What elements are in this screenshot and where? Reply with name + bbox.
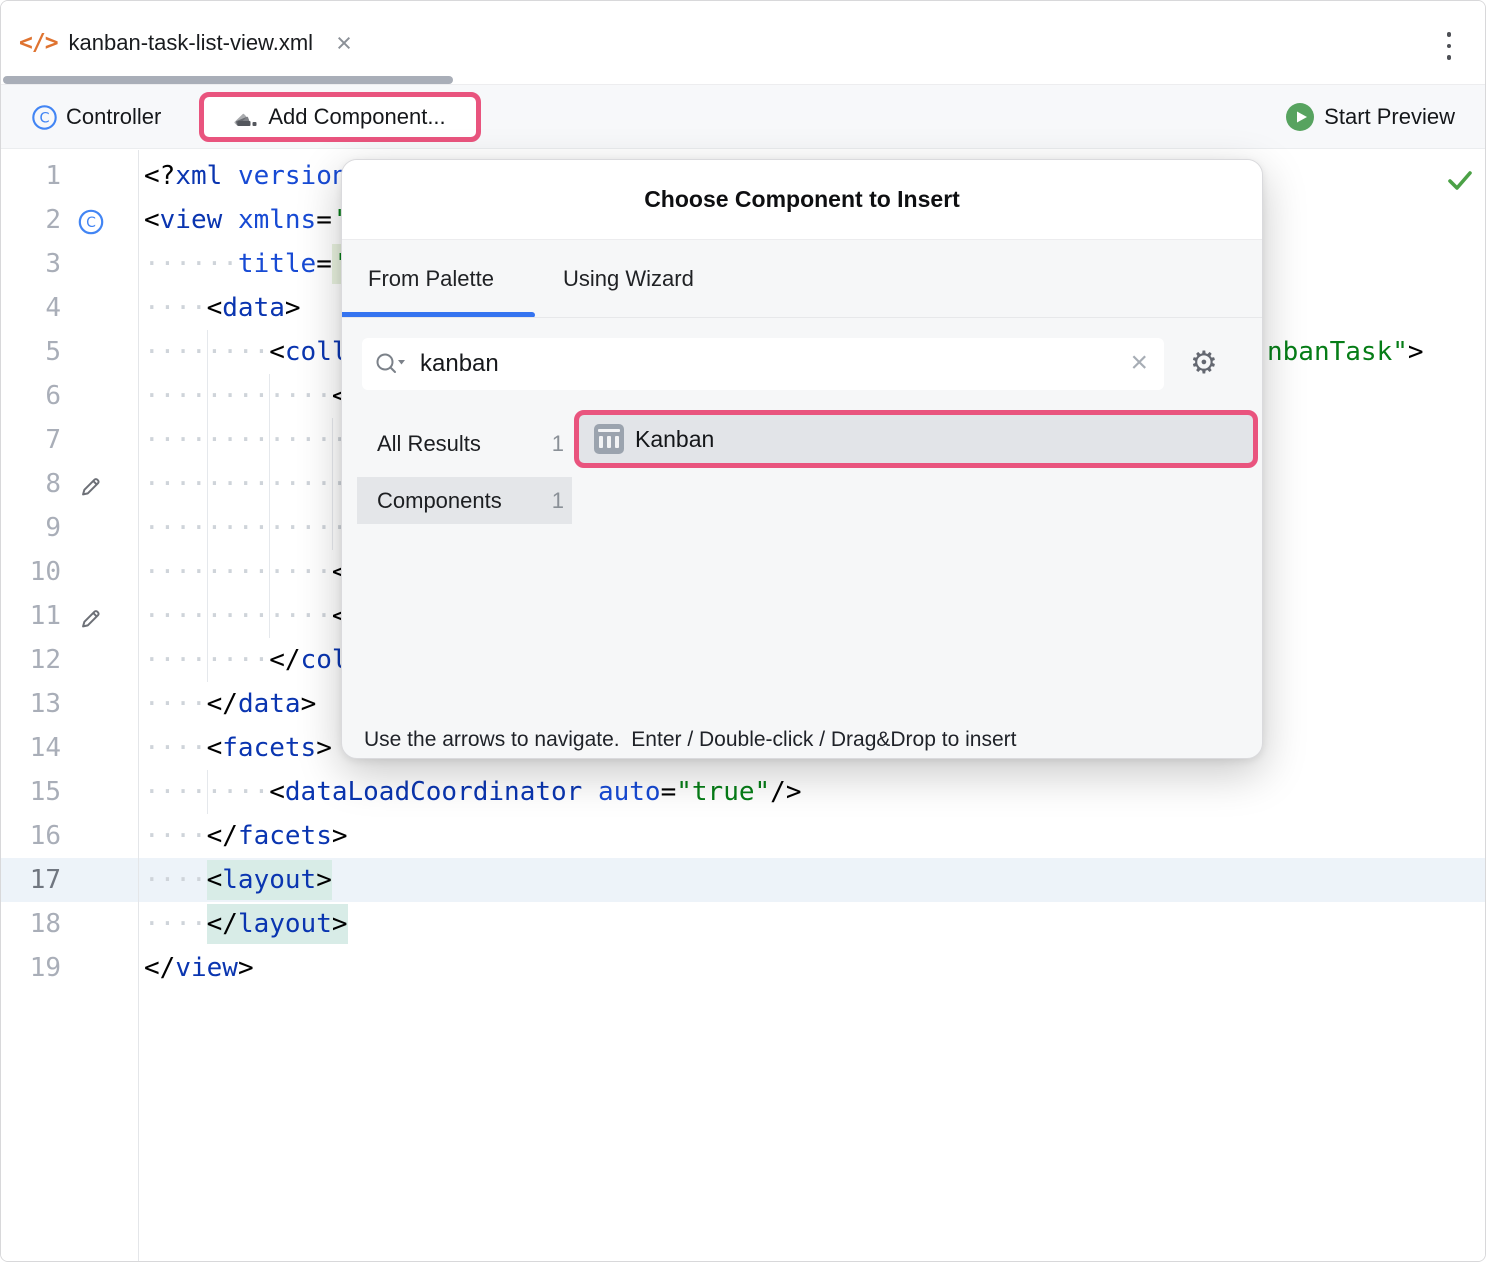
start-preview-button[interactable]: Start Preview	[1286, 85, 1455, 149]
search-icon[interactable]	[375, 351, 407, 377]
dialog-header: Choose Component to Insert	[342, 160, 1262, 240]
clear-search-icon[interactable]: ×	[1130, 338, 1148, 390]
code-text: ····</layout>	[144, 902, 348, 946]
dialog-footer-hint: Use the arrows to navigate. Enter / Doub…	[364, 725, 1016, 755]
controller-button[interactable]: C Controller	[31, 85, 161, 149]
start-preview-label: Start Preview	[1324, 104, 1455, 130]
line-number: 10	[1, 550, 61, 594]
gear-icon[interactable]: ⚙	[1190, 338, 1218, 390]
add-component-button[interactable]: Add Component...	[199, 92, 481, 142]
edit-pencil-icon[interactable]	[77, 602, 105, 630]
line-number: 18	[1, 902, 61, 946]
line-number: 13	[1, 682, 61, 726]
code-text-tail: nbanTask">	[1267, 330, 1424, 374]
line-number: 7	[1, 418, 61, 462]
code-text: </view>	[144, 946, 254, 990]
line-number: 5	[1, 330, 61, 374]
code-text: ············<	[144, 550, 348, 594]
line-number: 11	[1, 594, 61, 638]
code-line[interactable]: 18 ····</layout>	[1, 902, 1486, 946]
line-number: 1	[1, 154, 61, 198]
controller-c-icon: C	[31, 104, 58, 131]
code-text: ·············	[144, 506, 348, 550]
line-number: 3	[1, 242, 61, 286]
code-line[interactable]: 16 ····</facets>	[1, 814, 1486, 858]
svg-text:C: C	[86, 215, 96, 231]
kanban-board-icon	[594, 424, 624, 454]
editor-toolbar: C Controller Add Component... Start Prev…	[1, 85, 1485, 149]
close-tab-icon[interactable]: ×	[336, 33, 352, 53]
category-label: All Results	[377, 422, 481, 466]
code-line[interactable]: 19 </view>	[1, 946, 1486, 990]
category-all-results[interactable]: All Results 1	[357, 422, 572, 466]
choose-component-dialog: Choose Component to Insert From Palette …	[341, 159, 1263, 759]
code-line[interactable]: 17 ····<layout>	[1, 858, 1486, 902]
line-number: 15	[1, 770, 61, 814]
palette-icon	[234, 105, 259, 129]
code-text: ············<	[144, 374, 348, 418]
add-component-label: Add Component...	[268, 104, 445, 130]
category-count: 1	[552, 477, 564, 524]
xml-file-icon: </>	[19, 30, 58, 56]
svg-text:C: C	[39, 110, 49, 126]
line-number: 14	[1, 726, 61, 770]
code-text: <?xml version	[144, 154, 348, 198]
tab-separator	[342, 317, 1262, 318]
code-text: ········</col	[144, 638, 348, 682]
line-number: 8	[1, 462, 61, 506]
category-label: Components	[377, 477, 502, 524]
code-text: ·············	[144, 418, 348, 462]
category-count: 1	[552, 422, 564, 466]
line-number: 17	[1, 858, 61, 902]
editor-tab-strip: </> kanban-task-list-view.xml ×	[1, 1, 1485, 85]
play-icon	[1286, 103, 1314, 131]
code-text: ····<data>	[144, 286, 301, 330]
line-number: 9	[1, 506, 61, 550]
ide-window: </> kanban-task-list-view.xml × C Contro…	[0, 0, 1486, 1262]
code-text: <view xmlns='	[144, 198, 348, 242]
component-search-input[interactable]: kanban ×	[362, 338, 1164, 390]
code-text: ·············	[144, 462, 348, 506]
code-text: ········<coll	[144, 330, 348, 374]
controller-label: Controller	[66, 104, 161, 130]
code-line[interactable]: 15 ········<dataLoadCoordinator auto="tru…	[1, 770, 1486, 814]
result-label: Kanban	[635, 426, 714, 453]
active-tab-indicator	[3, 76, 453, 84]
code-text: ············<	[144, 594, 348, 638]
line-number: 12	[1, 638, 61, 682]
inspection-ok-checkmark-icon[interactable]	[1445, 165, 1475, 195]
line-number: 19	[1, 946, 61, 990]
code-text: ······title='	[144, 242, 350, 286]
result-item-kanban[interactable]: Kanban	[574, 410, 1258, 468]
dialog-title: Choose Component to Insert	[342, 160, 1262, 238]
edit-pencil-icon[interactable]	[77, 470, 105, 498]
file-tab[interactable]: </> kanban-task-list-view.xml ×	[19, 15, 352, 71]
line-number: 16	[1, 814, 61, 858]
more-options-icon[interactable]	[1445, 30, 1454, 62]
controller-gutter-icon[interactable]: C	[77, 206, 105, 234]
code-text: ········<dataLoadCoordinator auto="true"…	[144, 770, 801, 814]
tab-from-palette[interactable]: From Palette	[368, 240, 494, 318]
line-number: 2	[1, 198, 61, 242]
tab-using-wizard[interactable]: Using Wizard	[563, 240, 694, 318]
code-text: ····<layout>	[144, 858, 332, 902]
line-number: 6	[1, 374, 61, 418]
code-text: ····<facets>	[144, 726, 332, 770]
code-text: ····</facets>	[144, 814, 348, 858]
search-value: kanban	[420, 338, 499, 390]
file-tab-label: kanban-task-list-view.xml	[69, 30, 314, 56]
category-components[interactable]: Components 1	[357, 477, 572, 524]
line-number: 4	[1, 286, 61, 330]
code-text: ····</data>	[144, 682, 316, 726]
